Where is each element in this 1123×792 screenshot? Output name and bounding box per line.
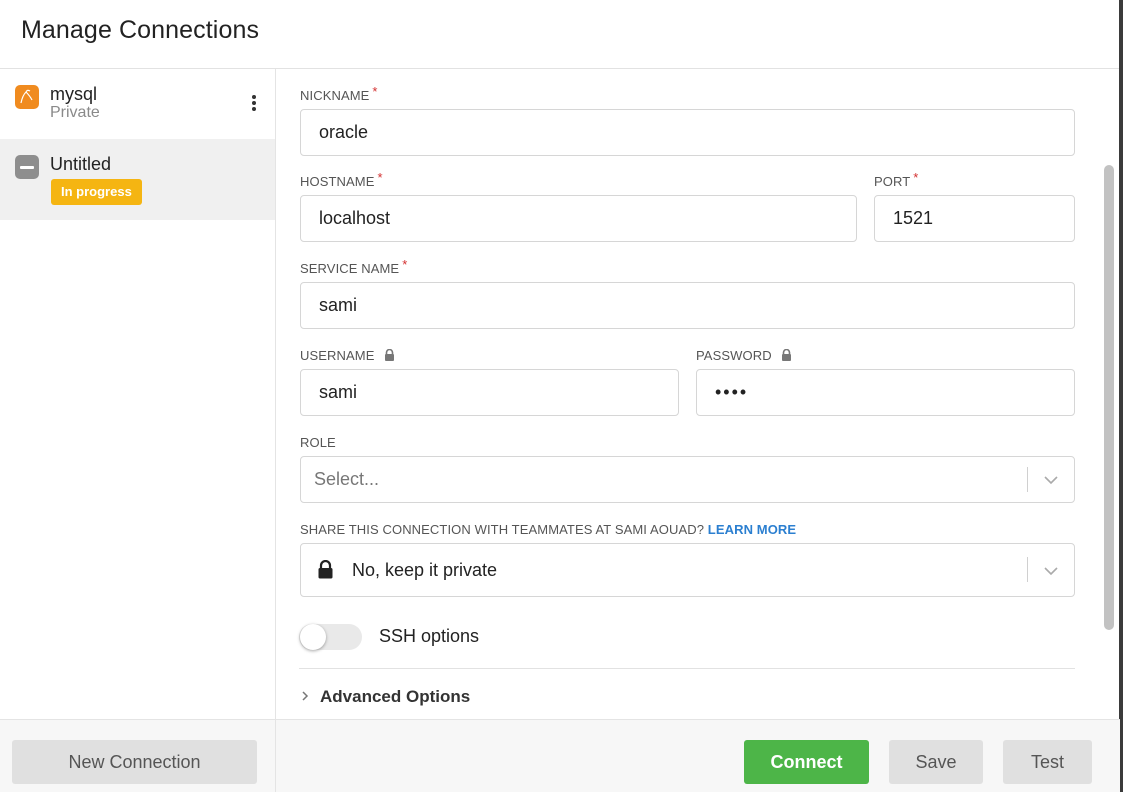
toggle-knob <box>300 624 326 650</box>
window-edge <box>1119 0 1123 792</box>
username-input[interactable]: sami <box>300 369 679 416</box>
advanced-options-toggle[interactable]: Advanced Options <box>300 687 470 707</box>
nickname-label: NICKNAME * <box>300 84 378 103</box>
share-label: SHARE THIS CONNECTION WITH TEAMMATES AT … <box>300 522 797 537</box>
share-select[interactable]: No, keep it private <box>300 543 1075 597</box>
hostname-label: HOSTNAME * <box>300 170 383 189</box>
share-value: No, keep it private <box>352 560 498 580</box>
password-input[interactable]: •••• <box>696 369 1075 416</box>
divider <box>299 668 1075 669</box>
connection-item-untitled[interactable]: Untitled In progress <box>0 139 275 220</box>
new-connection-button[interactable]: New Connection <box>12 740 257 784</box>
advanced-options-label: Advanced Options <box>320 687 471 706</box>
port-label: PORT * <box>874 170 919 189</box>
chevron-down-icon[interactable] <box>1042 562 1060 580</box>
mysql-icon <box>15 85 39 109</box>
select-separator <box>1027 467 1028 492</box>
connections-sidebar: mysql Private Untitled In progress New C… <box>0 69 276 792</box>
save-button[interactable]: Save <box>889 740 983 784</box>
hostname-input[interactable]: localhost <box>300 195 857 242</box>
connection-name: Untitled <box>50 154 112 174</box>
connect-button[interactable]: Connect <box>744 740 869 784</box>
lock-icon <box>317 559 334 584</box>
lock-icon <box>384 348 395 364</box>
test-button[interactable]: Test <box>1003 740 1092 784</box>
nickname-input[interactable]: oracle <box>300 109 1075 156</box>
page-title: Manage Connections <box>21 16 260 44</box>
connection-item-mysql[interactable]: mysql Private <box>0 69 275 139</box>
dialog-footer: Connect Save Test <box>276 719 1120 792</box>
password-label: PASSWORD <box>696 348 792 364</box>
chevron-down-icon[interactable] <box>1042 471 1060 489</box>
scrollbar[interactable] <box>1104 165 1114 630</box>
role-select[interactable]: Select... <box>300 456 1075 503</box>
username-label: USERNAME <box>300 348 395 364</box>
dialog-header: Manage Connections <box>0 0 1120 69</box>
role-label: ROLE <box>300 435 336 450</box>
service-name-label: SERVICE NAME * <box>300 257 408 276</box>
ssh-options-label: SSH options <box>379 626 480 646</box>
chevron-right-icon <box>300 687 312 707</box>
port-input[interactable]: 1521 <box>874 195 1075 242</box>
untitled-db-icon <box>15 155 39 179</box>
learn-more-link[interactable]: LEARN MORE <box>708 522 796 537</box>
service-name-input[interactable]: sami <box>300 282 1075 329</box>
lock-icon <box>781 348 792 364</box>
ssh-toggle[interactable] <box>299 624 362 650</box>
status-badge: In progress <box>51 179 142 205</box>
connection-visibility: Private <box>50 104 100 121</box>
connection-name: mysql <box>50 84 98 104</box>
kebab-menu-icon[interactable] <box>244 93 264 115</box>
sidebar-footer: New Connection <box>0 719 275 792</box>
select-separator <box>1027 557 1028 582</box>
role-placeholder: Select... <box>314 469 380 489</box>
